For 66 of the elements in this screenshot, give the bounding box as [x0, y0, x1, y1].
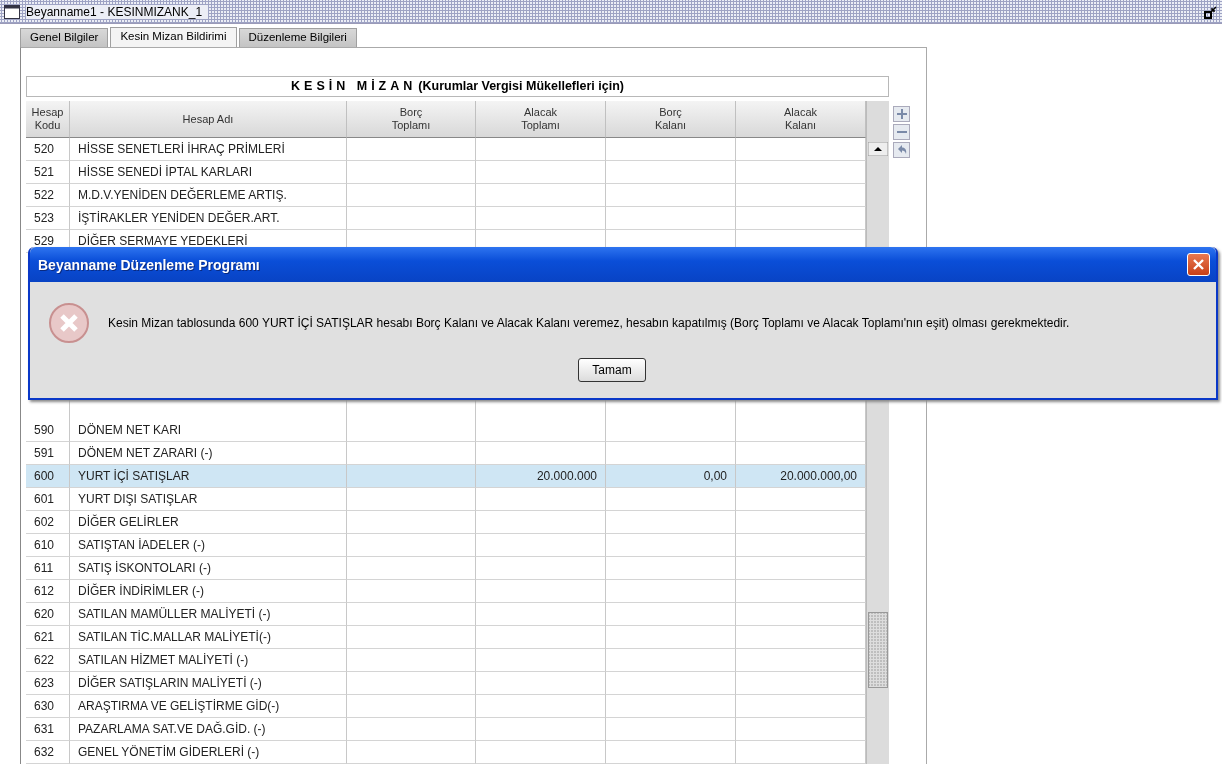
account-code: 610 — [26, 534, 70, 557]
account-name: SATILAN TİC.MALLAR MALİYETİ(-) — [70, 626, 347, 649]
account-code: 600 — [26, 465, 70, 488]
account-code: 622 — [26, 649, 70, 672]
column-header: Alacak Toplamı — [476, 101, 606, 138]
column-header: Hesap Kodu — [26, 101, 70, 138]
account-name: M.D.V.YENİDEN DEĞERLEME ARTIŞ. — [70, 184, 347, 207]
column-header: Alacak Kalanı — [736, 101, 866, 138]
column-header: Borç Toplamı — [347, 101, 476, 138]
account-name: DİĞER SATIŞLARIN MALİYETİ (-) — [70, 672, 347, 695]
account-name: İŞTİRAKLER YENİDEN DEĞER.ART. — [70, 207, 347, 230]
column-header: Hesap Adı — [70, 101, 347, 138]
account-code: 630 — [26, 695, 70, 718]
account-name: HİSSE SENEDİ İPTAL KARLARI — [70, 161, 347, 184]
amount-cell: 20.000.000 — [476, 465, 606, 488]
account-name: YURT DIŞI SATIŞLAR — [70, 488, 347, 511]
tab[interactable]: Düzenleme Bilgileri — [238, 28, 357, 47]
account-name: YURT İÇİ SATIŞLAR — [70, 465, 347, 488]
account-code: 620 — [26, 603, 70, 626]
amount-cell: 0,00 — [606, 465, 736, 488]
error-message: Kesin Mizan tablosunda 600 YURT İÇİ SATIŞLAR hesabı Borç Kalanı ve Alacak Kalanı veremez, hesabın kapatılmış (Borç Toplamı ve Alacak Toplamı'nın eşit) olması gerekmektedir. — [108, 316, 1070, 330]
account-name: DİĞER GELİRLER — [70, 511, 347, 534]
account-code: 611 — [26, 557, 70, 580]
tab[interactable]: Genel Bilgiler — [20, 28, 109, 47]
amount-cell: 20.000.000,00 — [736, 465, 866, 488]
account-code: 520 — [26, 138, 70, 161]
close-button[interactable] — [1187, 253, 1210, 276]
window-icon — [4, 4, 20, 19]
account-code: 612 — [26, 580, 70, 603]
account-code: 623 — [26, 672, 70, 695]
restore-icon[interactable] — [1204, 4, 1218, 19]
error-icon — [48, 302, 90, 344]
account-name: DÖNEM NET ZARARI (-) — [70, 442, 347, 465]
close-icon — [1192, 258, 1205, 271]
account-code: 632 — [26, 741, 70, 764]
account-name: SATIŞTAN İADELER (-) — [70, 534, 347, 557]
account-name: DİĞER İNDİRİMLER (-) — [70, 580, 347, 603]
account-name: PAZARLAMA SAT.VE DAĞ.GİD. (-) — [70, 718, 347, 741]
dialog-title: Beyanname Düzenleme Programı — [38, 256, 260, 273]
table-title: KESİN MİZAN (Kurumlar Vergisi Mükellefleri için) — [26, 76, 889, 97]
account-code: 521 — [26, 161, 70, 184]
scroll-up-icon[interactable] — [868, 142, 888, 156]
account-code: 631 — [26, 718, 70, 741]
ok-button[interactable]: Tamam — [578, 358, 646, 382]
account-code: 591 — [26, 442, 70, 465]
account-code: 602 — [26, 511, 70, 534]
scroll-thumb-icon[interactable] — [868, 612, 888, 688]
account-name: GENEL YÖNETİM GİDERLERİ (-) — [70, 741, 347, 764]
window-title: Beyanname1 - KESINMIZANK_1 — [26, 4, 209, 19]
tab[interactable]: Kesin Mizan Bildirimi — [110, 27, 237, 47]
undo-button[interactable] — [893, 142, 910, 158]
account-name: SATIŞ İSKONTOLARI (-) — [70, 557, 347, 580]
account-name: SATILAN HİZMET MALİYETİ (-) — [70, 649, 347, 672]
account-name: SATILAN MAMÜLLER MALİYETİ (-) — [70, 603, 347, 626]
account-code: 590 — [26, 419, 70, 442]
remove-row-button[interactable] — [893, 124, 910, 140]
account-code: 601 — [26, 488, 70, 511]
account-code: 522 — [26, 184, 70, 207]
account-code: 523 — [26, 207, 70, 230]
column-header: Borç Kalanı — [606, 101, 736, 138]
account-name: DÖNEM NET KARI — [70, 419, 347, 442]
account-name: HİSSE SENETLERİ İHRAÇ PRİMLERİ — [70, 138, 347, 161]
plus-icon — [895, 108, 908, 120]
account-code: 621 — [26, 626, 70, 649]
account-name: ARAŞTIRMA VE GELİŞTİRME GİD(-) — [70, 695, 347, 718]
add-row-button[interactable] — [893, 106, 910, 122]
